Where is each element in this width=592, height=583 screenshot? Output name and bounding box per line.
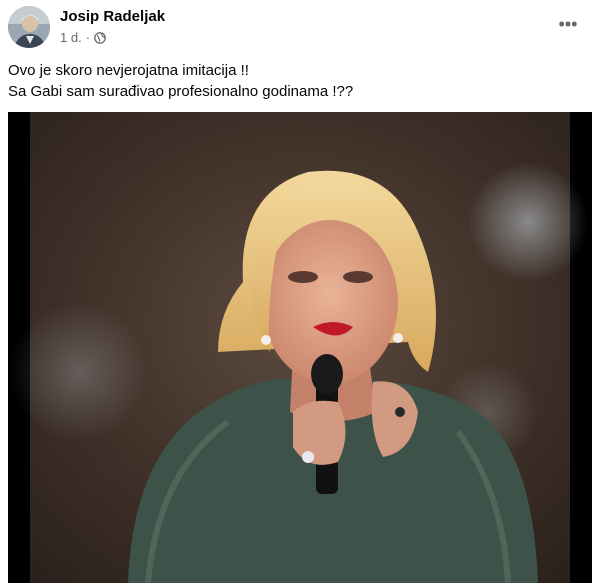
facebook-post: Josip Radeljak 1 d. · ••• Ovo je skoro n… bbox=[0, 0, 592, 583]
author-avatar[interactable] bbox=[8, 6, 50, 48]
post-header: Josip Radeljak 1 d. · ••• bbox=[8, 6, 584, 50]
more-horizontal-icon: ••• bbox=[558, 13, 578, 34]
avatar-image bbox=[8, 6, 50, 48]
meta-separator: · bbox=[85, 30, 91, 45]
author-name[interactable]: Josip Radeljak bbox=[60, 8, 165, 25]
post-timestamp[interactable]: 1 d. bbox=[60, 30, 82, 45]
caption-line: Sa Gabi sam surađivao profesionalno godi… bbox=[8, 83, 354, 100]
post-meta: 1 d. · bbox=[60, 30, 106, 45]
more-options-button[interactable]: ••• bbox=[554, 10, 582, 38]
post-video[interactable] bbox=[8, 112, 592, 583]
globe-icon[interactable] bbox=[94, 31, 106, 44]
post-caption: Ovo je skoro nevjerojatna imitacija !! S… bbox=[8, 60, 580, 102]
video-frame bbox=[8, 112, 592, 583]
caption-line: Ovo je skoro nevjerojatna imitacija !! bbox=[8, 62, 249, 79]
